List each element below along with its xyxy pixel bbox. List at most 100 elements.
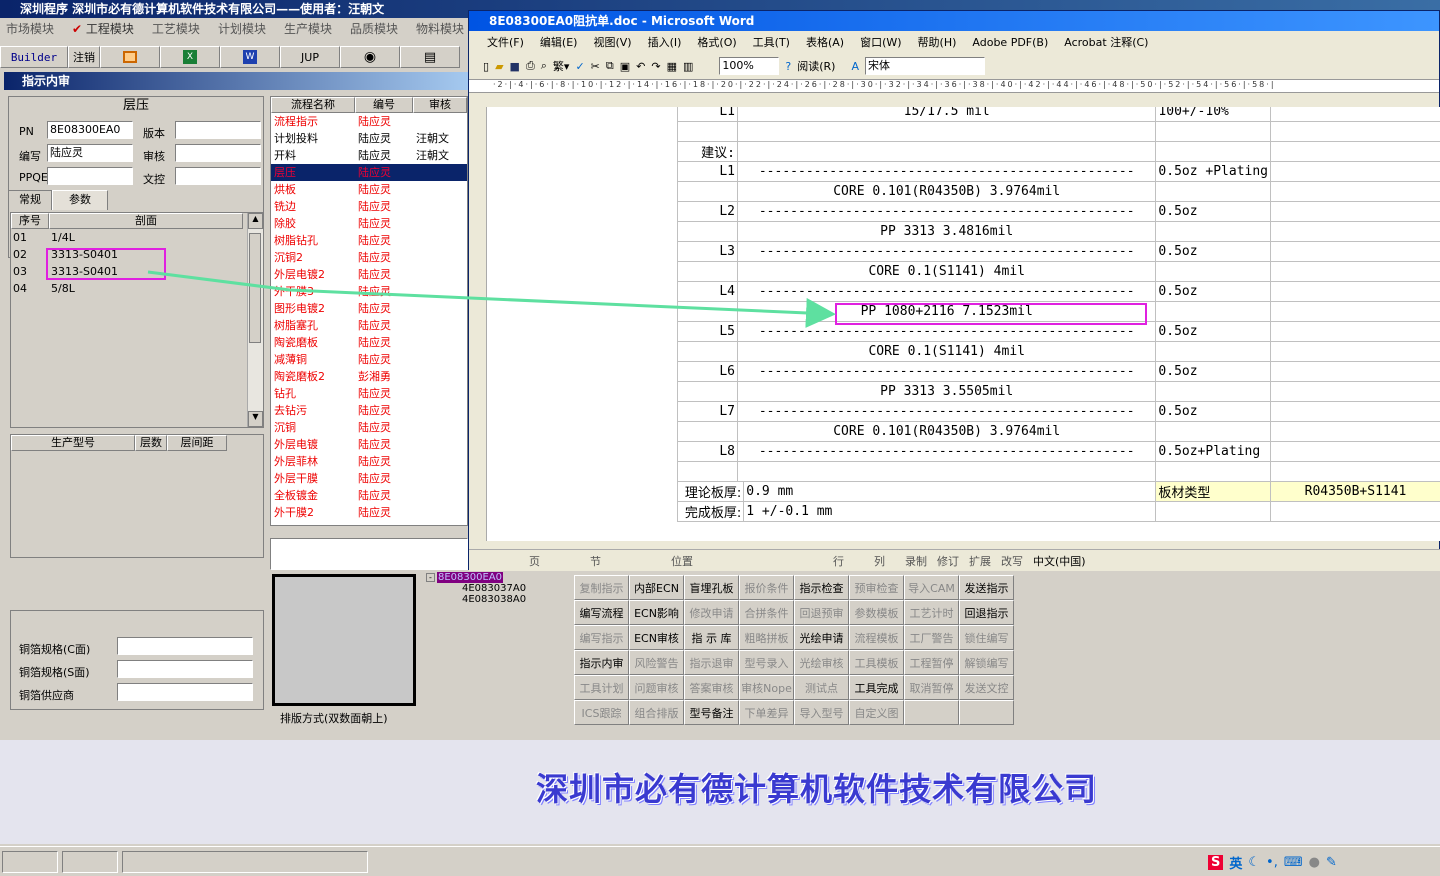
function-button[interactable]: 修改申请 bbox=[684, 600, 739, 625]
function-button[interactable]: 发送文控 bbox=[959, 675, 1014, 700]
function-button[interactable] bbox=[959, 700, 1014, 725]
excel-button[interactable]: X bbox=[160, 46, 220, 68]
paste-icon[interactable]: ▣ bbox=[620, 60, 630, 73]
table-row[interactable]: 01 1/4L bbox=[11, 229, 263, 246]
writer-field[interactable]: 陆应灵 bbox=[47, 144, 133, 162]
function-button[interactable]: 工厂警告 bbox=[904, 625, 959, 650]
function-button[interactable]: ECN影响 bbox=[629, 600, 684, 625]
function-button[interactable]: 解锁编写 bbox=[959, 650, 1014, 675]
tree-child[interactable]: 4E083037A0 bbox=[426, 583, 576, 594]
function-button[interactable]: 取消暂停 bbox=[904, 675, 959, 700]
function-button[interactable] bbox=[904, 700, 959, 725]
status-record[interactable]: 录制 bbox=[905, 553, 927, 569]
traditional-chinese-button[interactable]: 繁▾ bbox=[553, 58, 570, 74]
table-row[interactable]: 沉铜2 陆应灵 bbox=[271, 249, 467, 266]
function-button[interactable]: 盲埋孔板 bbox=[684, 575, 739, 600]
word-menu-view[interactable]: 视图(V) bbox=[593, 34, 631, 50]
menu-item-engineering[interactable]: ✔ 工程模块 bbox=[72, 20, 134, 37]
tree-child[interactable]: 4E083038A0 bbox=[426, 594, 576, 605]
pn-field[interactable]: 8E08300EA0 bbox=[47, 121, 133, 139]
tab-params[interactable]: 参数 bbox=[52, 190, 108, 210]
table-row[interactable]: 层压 陆应灵 bbox=[271, 164, 467, 181]
function-button[interactable]: 审核Nope bbox=[739, 675, 794, 700]
copy-icon[interactable]: ⧉ bbox=[606, 59, 614, 73]
spellcheck-icon[interactable]: ✓ bbox=[575, 60, 584, 73]
table-row[interactable]: 外层干膜 陆应灵 bbox=[271, 470, 467, 487]
grid-header-section[interactable]: 剖面 bbox=[49, 213, 243, 229]
function-button[interactable]: 工具完成 bbox=[849, 675, 904, 700]
layer-grid-scrollbar[interactable]: ▲ ▼ bbox=[247, 213, 263, 427]
function-button[interactable]: 指示退审 bbox=[684, 650, 739, 675]
function-button[interactable]: 工具计划 bbox=[574, 675, 629, 700]
font-style-icon[interactable]: A bbox=[851, 60, 859, 73]
review-field[interactable] bbox=[175, 144, 261, 162]
copper-c-field[interactable] bbox=[117, 637, 253, 655]
scroll-down-icon[interactable]: ▼ bbox=[248, 411, 263, 427]
table-row[interactable]: 全板镀金 陆应灵 bbox=[271, 487, 467, 504]
jup-button[interactable]: JUP bbox=[280, 46, 340, 68]
process-note-field[interactable] bbox=[270, 538, 468, 570]
table-row[interactable]: 开料 陆应灵 汪朝文 bbox=[271, 147, 467, 164]
function-button[interactable]: 指 示 库 bbox=[684, 625, 739, 650]
function-button[interactable]: 预审检查 bbox=[849, 575, 904, 600]
menu-item-quality[interactable]: 品质模块 bbox=[350, 20, 398, 37]
status-extend[interactable]: 扩展 bbox=[969, 553, 991, 569]
word-button[interactable]: W bbox=[220, 46, 280, 68]
function-button[interactable]: 下单差异 bbox=[739, 700, 794, 725]
function-button[interactable]: 测试点 bbox=[794, 675, 849, 700]
table-row[interactable]: 铣边 陆应灵 bbox=[271, 198, 467, 215]
table-icon[interactable]: ▦ bbox=[667, 60, 677, 73]
process-header-code[interactable]: 编号 bbox=[355, 97, 413, 113]
scroll-thumb[interactable] bbox=[249, 233, 261, 343]
table-row[interactable]: 图形电镀2 陆应灵 bbox=[271, 300, 467, 317]
function-button[interactable]: 回退预审 bbox=[794, 600, 849, 625]
function-button[interactable]: 工程暂停 bbox=[904, 650, 959, 675]
function-button[interactable]: 工具模板 bbox=[849, 650, 904, 675]
word-menu-insert[interactable]: 插入(I) bbox=[648, 34, 682, 50]
word-menu-table[interactable]: 表格(A) bbox=[806, 34, 844, 50]
table-row[interactable]: 烘板 陆应灵 bbox=[271, 181, 467, 198]
word-menu-file[interactable]: 文件(F) bbox=[487, 34, 524, 50]
columns-icon[interactable]: ▥ bbox=[683, 60, 693, 73]
grid-header-layers[interactable]: 层数 bbox=[135, 435, 167, 451]
view-button[interactable]: ◉ bbox=[340, 46, 400, 68]
function-button[interactable]: 风险警告 bbox=[629, 650, 684, 675]
table-row[interactable]: 陶瓷磨板2 彭湘勇 bbox=[271, 368, 467, 385]
cut-icon[interactable]: ✂ bbox=[591, 60, 600, 73]
function-button[interactable]: 合拼条件 bbox=[739, 600, 794, 625]
function-button[interactable]: 自定义图 bbox=[849, 700, 904, 725]
table-row[interactable]: 树脂钻孔 陆应灵 bbox=[271, 232, 467, 249]
function-button[interactable]: ICS跟踪 bbox=[574, 700, 629, 725]
function-button[interactable]: 指示内审 bbox=[574, 650, 629, 675]
table-row[interactable]: 钻孔 陆应灵 bbox=[271, 385, 467, 402]
table-row[interactable]: 流程指示 陆应灵 bbox=[271, 113, 467, 130]
function-button[interactable]: 工艺计时 bbox=[904, 600, 959, 625]
menu-item-process[interactable]: 工艺模块 bbox=[152, 20, 200, 37]
table-row[interactable]: 沉铜 陆应灵 bbox=[271, 419, 467, 436]
scroll-up-icon[interactable]: ▲ bbox=[248, 213, 263, 229]
version-field[interactable] bbox=[175, 121, 261, 139]
help-icon[interactable]: ? bbox=[785, 60, 791, 73]
word-menu-tools[interactable]: 工具(T) bbox=[753, 34, 790, 50]
menu-item-production[interactable]: 生产模块 bbox=[284, 20, 332, 37]
function-button[interactable]: 光绘审核 bbox=[794, 650, 849, 675]
table-row[interactable]: 外干膜3 陆应灵 bbox=[271, 283, 467, 300]
table-row[interactable]: 外干膜2 陆应灵 bbox=[271, 504, 467, 521]
ime-language[interactable]: 英 bbox=[1229, 853, 1242, 872]
undo-icon[interactable]: ↶ bbox=[636, 60, 645, 73]
grid-header-model[interactable]: 生产型号 bbox=[11, 435, 135, 451]
function-button[interactable]: 组合排版 bbox=[629, 700, 684, 725]
table-row[interactable]: 04 5/8L bbox=[11, 280, 263, 297]
ime-toolbar[interactable]: S 英 ☾ •, ⌨ ● ✎ bbox=[1208, 851, 1358, 873]
print-icon[interactable]: ⎙ bbox=[526, 59, 535, 73]
builder-button[interactable]: Builder bbox=[0, 46, 68, 68]
tree-root[interactable]: 8E08300EA0 bbox=[437, 572, 504, 583]
function-button[interactable]: 型号备注 bbox=[684, 700, 739, 725]
doc-control-field[interactable] bbox=[175, 167, 261, 185]
function-button[interactable]: 复制指示 bbox=[574, 575, 629, 600]
grid-header-seq[interactable]: 序号 bbox=[11, 213, 49, 229]
function-button[interactable]: 编写指示 bbox=[574, 625, 629, 650]
table-row[interactable]: 外层电镀 陆应灵 bbox=[271, 436, 467, 453]
function-button[interactable]: ECN审核 bbox=[629, 625, 684, 650]
function-button[interactable]: 编写流程 bbox=[574, 600, 629, 625]
